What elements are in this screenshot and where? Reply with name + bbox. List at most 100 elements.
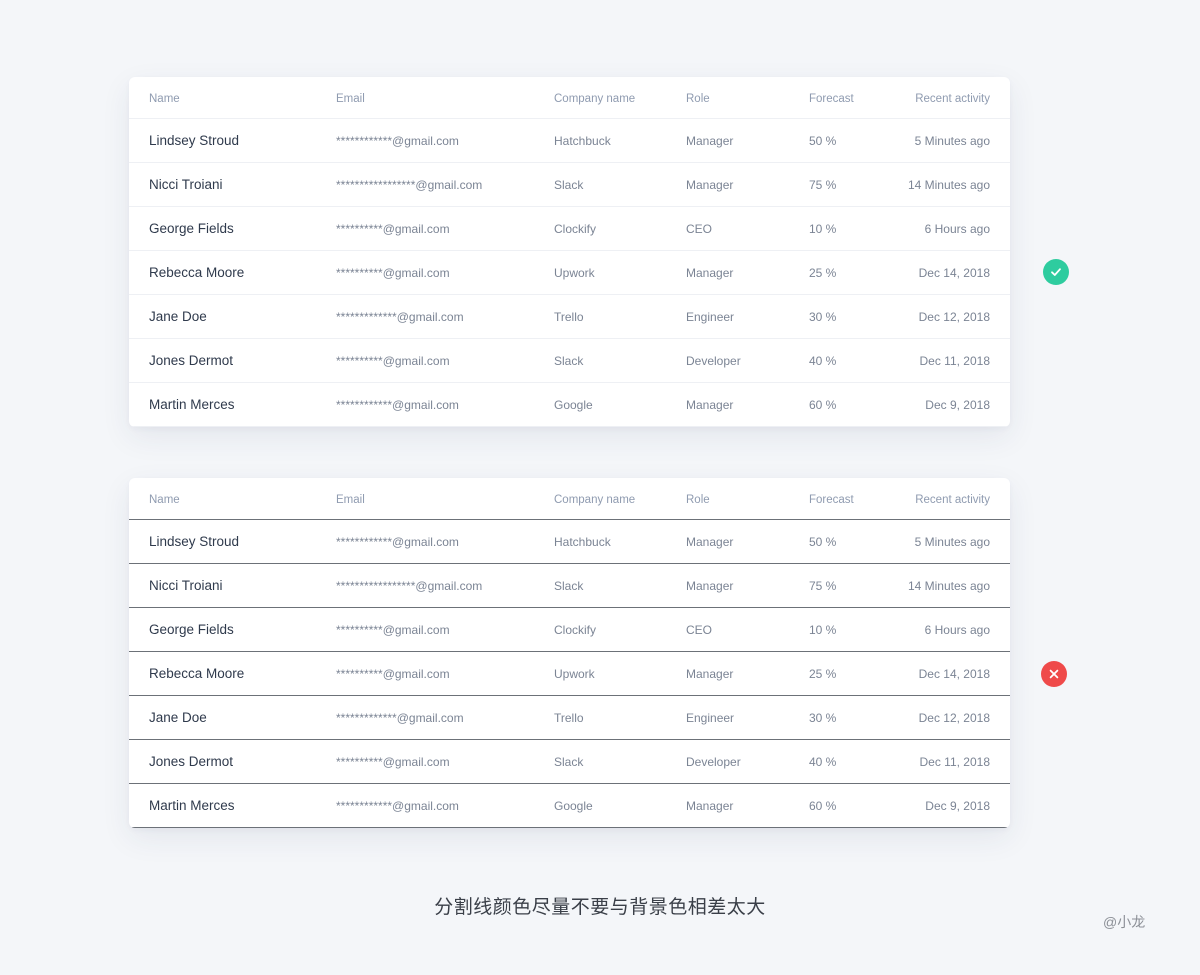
table-row[interactable]: George Fields **********@gmail.com Clockif…	[129, 206, 1010, 250]
cell-name: George Fields	[149, 622, 234, 637]
cell-recent-activity: Dec 11, 2018	[919, 353, 991, 368]
table-row[interactable]: Rebecca Moore **********@gmail.com Upwork M…	[129, 250, 1010, 294]
column-header-forecast[interactable]: Forecast	[809, 478, 854, 519]
cell-name: Martin Merces	[149, 798, 235, 813]
table-row[interactable]: Martin Merces ************@gmail.com Googl…	[129, 382, 1010, 427]
cell-recent-activity: Dec 12, 2018	[918, 710, 990, 725]
cell-email: ************@gmail.com	[336, 534, 459, 549]
cell-name: Jane Doe	[149, 309, 207, 324]
cell-email: ************@gmail.com	[336, 397, 459, 412]
cell-forecast: 75 %	[809, 578, 837, 593]
table-row[interactable]: Nicci Troiani *****************@gmail.com…	[129, 563, 1010, 607]
cell-name: Jones Dermot	[149, 353, 234, 368]
cell-email: **********@gmail.com	[336, 221, 450, 236]
cell-recent-activity: 6 Hours ago	[924, 221, 990, 236]
cell-role: Manager	[686, 265, 734, 280]
cell-recent-activity: 6 Hours ago	[924, 622, 990, 637]
cell-email: *****************@gmail.com	[336, 578, 483, 593]
cell-email: **********@gmail.com	[336, 666, 450, 681]
cell-forecast: 30 %	[809, 309, 837, 324]
table-row[interactable]: George Fields **********@gmail.com Clockif…	[129, 607, 1010, 651]
close-glyph	[1049, 669, 1059, 679]
table-row[interactable]: Jane Doe *************@gmail.com Trello Eng…	[129, 695, 1010, 739]
table-body: Lindsey Stroud ************@gmail.com Hatc…	[129, 519, 1010, 828]
cell-forecast: 10 %	[809, 221, 837, 236]
column-header-role[interactable]: Role	[686, 77, 710, 118]
cell-role: Manager	[686, 133, 734, 148]
cell-forecast: 40 %	[809, 353, 837, 368]
table-card-correct: Name Email Company name Role Forecast Re…	[129, 77, 1010, 427]
cell-recent-activity: Dec 9, 2018	[925, 798, 990, 813]
check-glyph	[1051, 268, 1061, 276]
column-header-forecast[interactable]: Forecast	[809, 77, 854, 118]
table-row[interactable]: Nicci Troiani *****************@gmail.com…	[129, 162, 1010, 206]
cell-forecast: 40 %	[809, 754, 837, 769]
column-header-recent-activity[interactable]: Recent activity	[915, 478, 990, 519]
cell-email: *****************@gmail.com	[336, 177, 483, 192]
cell-role: Manager	[686, 177, 734, 192]
column-header-email[interactable]: Email	[336, 77, 365, 118]
cell-company: Google	[554, 397, 593, 412]
close-icon	[1041, 661, 1067, 687]
cell-role: Developer	[686, 754, 741, 769]
cell-email: **********@gmail.com	[336, 353, 450, 368]
cell-name: George Fields	[149, 221, 234, 236]
cell-company: Slack	[554, 578, 584, 593]
cell-company: Slack	[554, 177, 584, 192]
cell-forecast: 25 %	[809, 265, 837, 280]
cell-name: Nicci Troiani	[149, 578, 223, 593]
cell-recent-activity: Dec 14, 2018	[918, 265, 990, 280]
column-header-recent-activity[interactable]: Recent activity	[915, 77, 990, 118]
cell-company: Clockify	[554, 622, 597, 637]
column-header-company[interactable]: Company name	[554, 77, 635, 118]
cell-forecast: 30 %	[809, 710, 837, 725]
cell-role: Manager	[686, 578, 734, 593]
cell-recent-activity: 5 Minutes ago	[914, 534, 990, 549]
cell-role: Engineer	[686, 710, 735, 725]
cell-role: Manager	[686, 397, 734, 412]
column-header-name[interactable]: Name	[149, 77, 180, 118]
cell-name: Rebecca Moore	[149, 666, 245, 681]
table-row[interactable]: Rebecca Moore **********@gmail.com Upwork M…	[129, 651, 1010, 695]
cell-role: Manager	[686, 666, 734, 681]
column-header-name[interactable]: Name	[149, 478, 180, 519]
cell-role: Manager	[686, 534, 734, 549]
cell-forecast: 60 %	[809, 397, 837, 412]
cell-recent-activity: 14 Minutes ago	[907, 177, 990, 192]
cell-company: Trello	[554, 309, 584, 324]
cell-company: Slack	[554, 754, 584, 769]
check-icon	[1043, 259, 1069, 285]
caption-text: 分割线颜色尽量不要与背景色相差太大	[434, 897, 766, 918]
table-header: Name Email Company name Role Forecast Re…	[129, 478, 1010, 519]
cell-email: **********@gmail.com	[336, 754, 450, 769]
table-header: Name Email Company name Role Forecast Re…	[129, 77, 1010, 118]
cell-name: Lindsey Stroud	[149, 133, 240, 148]
table-card-incorrect: Name Email Company name Role Forecast Re…	[129, 478, 1010, 828]
cell-role: Engineer	[686, 309, 735, 324]
cell-role: CEO	[686, 622, 713, 637]
table-row[interactable]: Jane Doe *************@gmail.com Trello Eng…	[129, 294, 1010, 338]
column-header-company[interactable]: Company name	[554, 478, 635, 519]
column-header-role[interactable]: Role	[686, 478, 710, 519]
cell-name: Nicci Troiani	[149, 177, 223, 192]
table-row[interactable]: Jones Dermot **********@gmail.com Slack Dev…	[129, 338, 1010, 382]
column-header-email[interactable]: Email	[336, 478, 365, 519]
table-row[interactable]: Lindsey Stroud ************@gmail.com Hatc…	[129, 118, 1010, 162]
cell-company: Trello	[554, 710, 584, 725]
table-row[interactable]: Martin Merces ************@gmail.com Googl…	[129, 783, 1010, 828]
table-row[interactable]: Lindsey Stroud ************@gmail.com Hatc…	[129, 519, 1010, 563]
table-row[interactable]: Jones Dermot **********@gmail.com Slack Dev…	[129, 739, 1010, 783]
table-body: Lindsey Stroud ************@gmail.com Hatc…	[129, 118, 1010, 427]
cell-name: Jane Doe	[149, 710, 207, 725]
cell-forecast: 50 %	[809, 534, 837, 549]
cell-company: Clockify	[554, 221, 597, 236]
cell-forecast: 60 %	[809, 798, 837, 813]
cell-name: Lindsey Stroud	[149, 534, 240, 549]
cell-name: Jones Dermot	[149, 754, 234, 769]
cell-company: Slack	[554, 353, 584, 368]
cell-email: *************@gmail.com	[336, 710, 464, 725]
cell-forecast: 25 %	[809, 666, 837, 681]
cell-recent-activity: 14 Minutes ago	[907, 578, 990, 593]
cell-recent-activity: Dec 14, 2018	[918, 666, 990, 681]
cell-company: Hatchbuck	[554, 534, 611, 549]
